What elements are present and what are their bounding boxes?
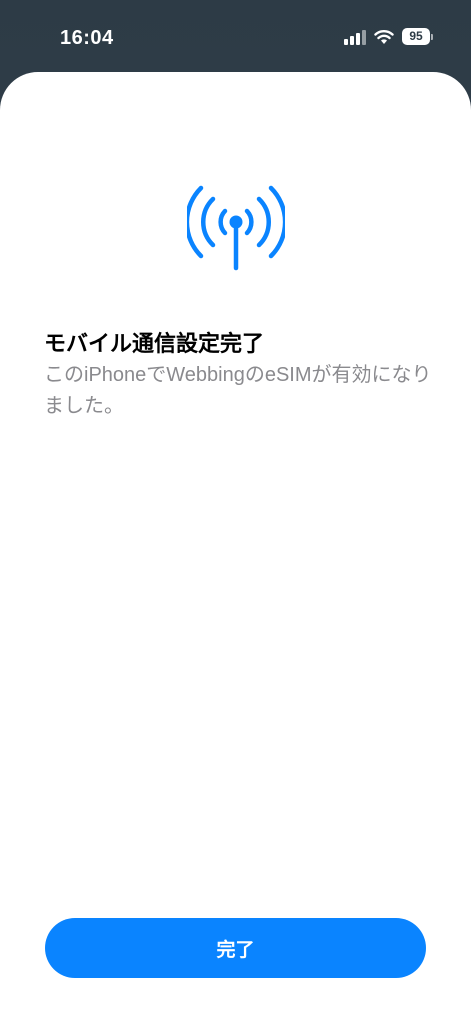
done-button[interactable]: 完了 xyxy=(45,918,426,978)
battery-tip xyxy=(431,33,433,40)
status-icons: 95 xyxy=(344,28,433,45)
page-title: モバイル通信設定完了 xyxy=(44,331,265,356)
wifi-icon xyxy=(374,29,394,44)
status-bar: 16:04 95 xyxy=(0,0,471,72)
signal-icon xyxy=(344,29,366,45)
battery-level: 95 xyxy=(402,28,430,45)
status-time: 16:04 xyxy=(60,27,114,49)
cellular-antenna-icon xyxy=(187,185,285,271)
page-description: このiPhoneでWebbingのeSIMが有効になりました。 xyxy=(44,364,432,417)
battery-indicator: 95 xyxy=(402,28,433,45)
setup-complete-sheet: モバイル通信設定完了 このiPhoneでWebbingのeSIMが有効になりまし… xyxy=(0,72,471,1024)
